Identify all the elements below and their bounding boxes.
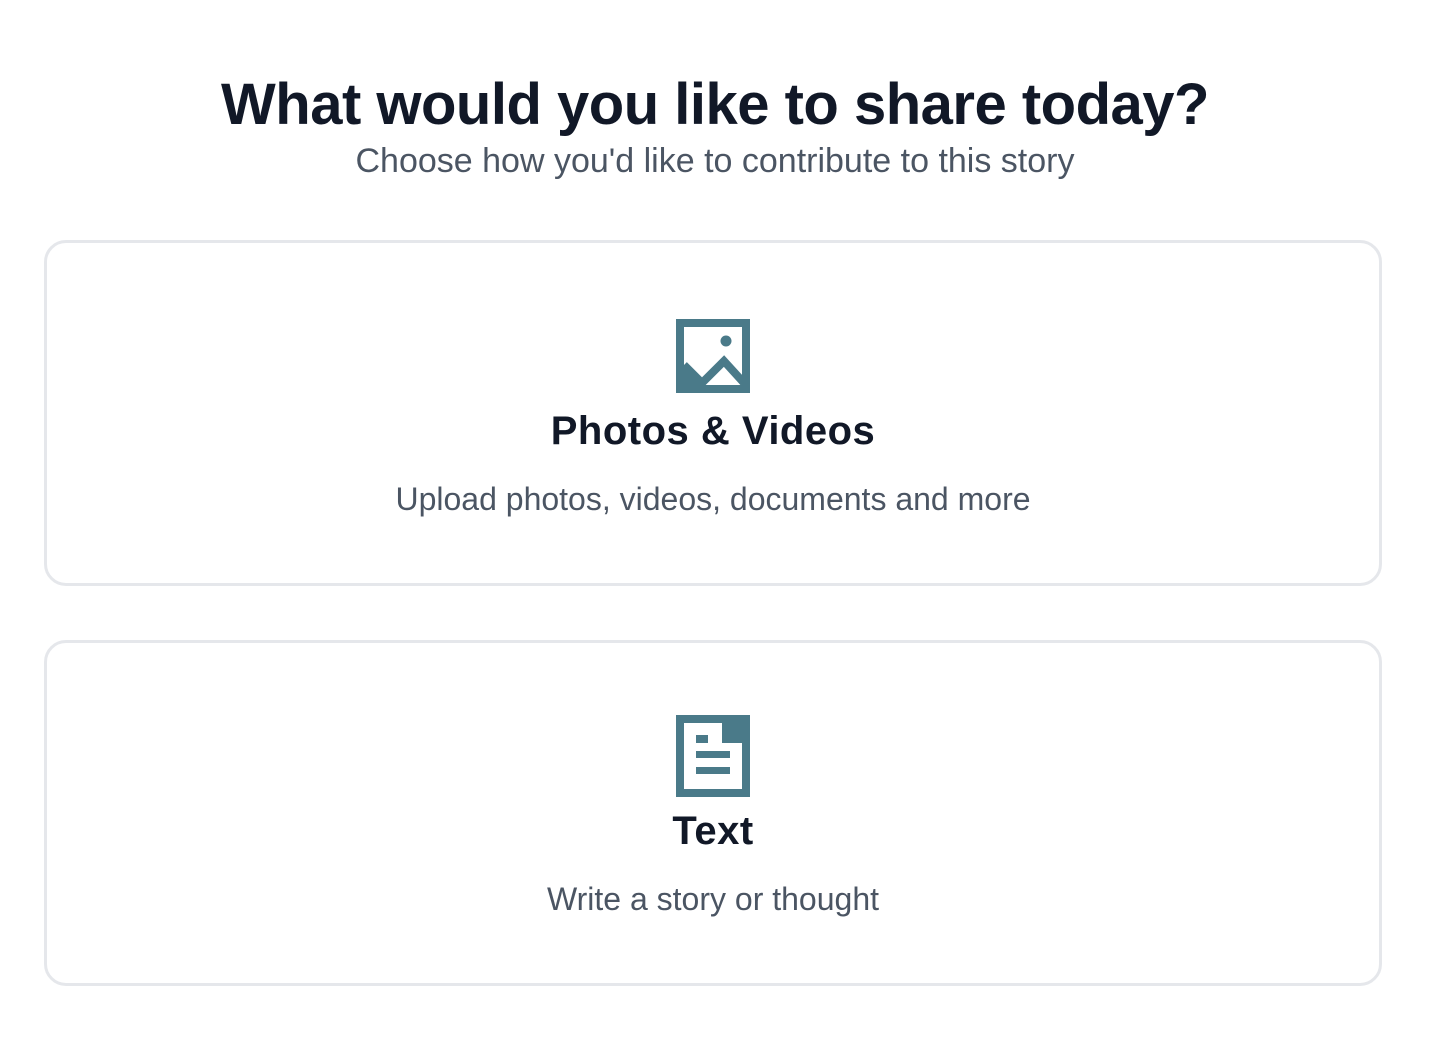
text-option-description: Write a story or thought (547, 881, 879, 917)
page-subtitle: Choose how you'd like to contribute to t… (355, 142, 1075, 180)
photos-videos-description: Upload photos, videos, documents and mor… (395, 481, 1031, 517)
photos-videos-title: Photos & Videos (550, 409, 876, 453)
share-options-page: What would you like to share today? Choo… (0, 0, 1446, 1064)
photos-videos-option-card[interactable]: Photos & Videos Upload photos, videos, d… (44, 240, 1382, 586)
image-icon (676, 319, 750, 393)
text-option-title: Text (672, 809, 754, 853)
page-title: What would you like to share today? (221, 71, 1209, 137)
text-option-card[interactable]: Text Write a story or thought (44, 640, 1382, 986)
document-icon (676, 715, 750, 797)
